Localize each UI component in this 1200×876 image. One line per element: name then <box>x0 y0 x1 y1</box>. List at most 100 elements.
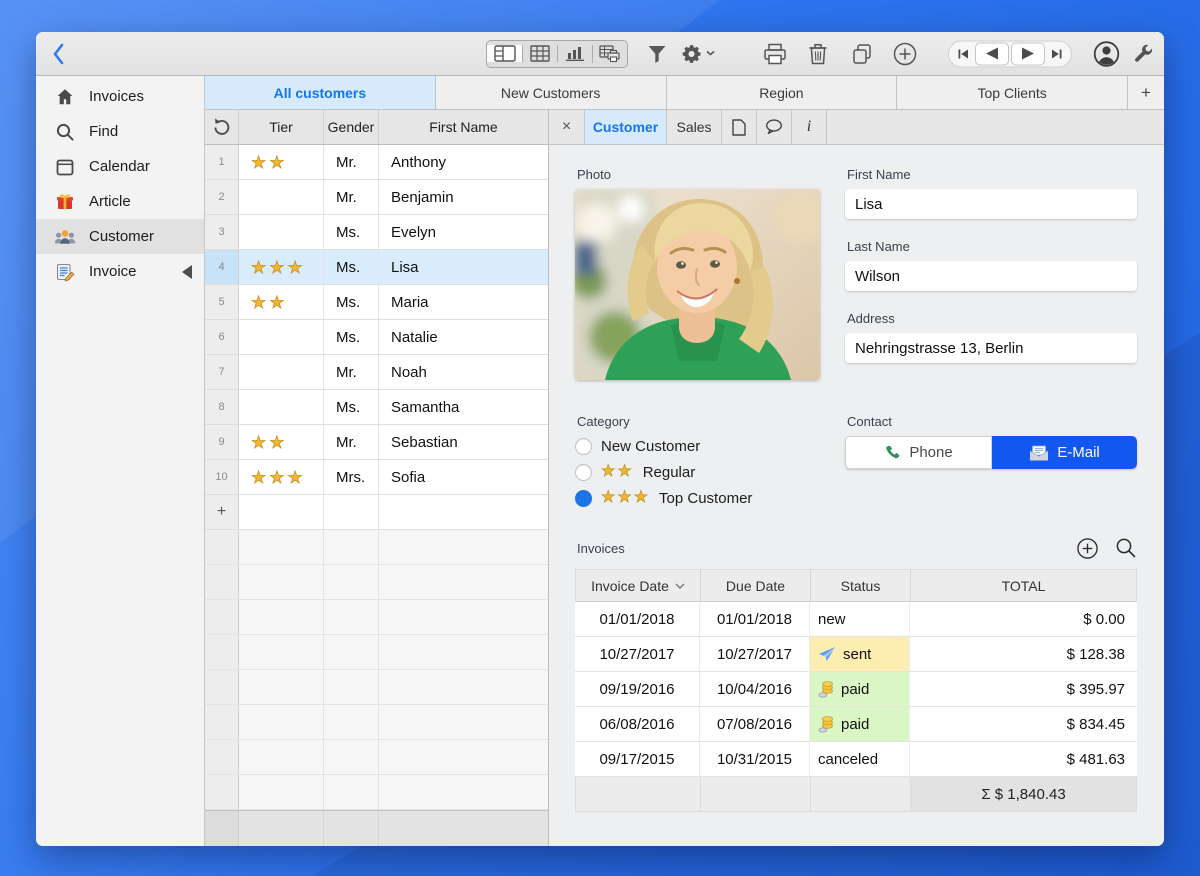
row-number: 9 <box>205 425 239 459</box>
radio-button[interactable] <box>575 437 592 455</box>
search-invoices-button[interactable] <box>1115 537 1137 559</box>
tab-document[interactable] <box>722 110 757 144</box>
status-label: paid <box>841 680 870 698</box>
sidebar-item-invoices[interactable]: Invoices <box>36 79 204 114</box>
column-header-status[interactable]: Status <box>811 570 911 601</box>
last-name-label: Last Name <box>847 239 910 254</box>
filter-button[interactable] <box>646 43 668 65</box>
first-name-input[interactable] <box>845 189 1137 219</box>
column-header-invoice-date[interactable]: Invoice Date <box>576 570 701 601</box>
account-button[interactable] <box>1093 40 1120 67</box>
column-header-gender[interactable]: Gender <box>324 110 379 144</box>
cell-gender: Ms. <box>324 285 379 319</box>
printer-icon <box>764 43 786 64</box>
tab-customer[interactable]: Customer <box>585 110 667 144</box>
tab-info[interactable]: i <box>792 110 827 144</box>
search-icon <box>56 123 74 141</box>
category-option-new-customer[interactable]: New Customer <box>575 433 820 459</box>
column-header-due-date[interactable]: Due Date <box>701 570 811 601</box>
customer-row[interactable]: 9 ★★ Mr. Sebastian <box>205 425 548 460</box>
sidebar-item-label: Invoices <box>89 88 145 105</box>
category-option-regular[interactable]: ★★ Regular <box>575 459 820 485</box>
cell-due-date: 01/01/2018 <box>700 602 810 636</box>
category-stars: ★★ <box>601 463 634 480</box>
radio-button[interactable] <box>575 463 592 481</box>
empty-row <box>205 740 548 775</box>
last-record-button[interactable] <box>1046 42 1068 65</box>
chart-view-button[interactable] <box>557 45 592 62</box>
customer-row[interactable]: 7 Mr. Noah <box>205 355 548 390</box>
cell-total: $ 128.38 <box>1066 645 1125 663</box>
customer-row[interactable]: 4 ★★★ Ms. Lisa <box>205 250 548 285</box>
sidebar-item-calendar[interactable]: Calendar <box>36 149 204 184</box>
email-button[interactable]: E-Mail <box>992 436 1137 469</box>
customer-row[interactable]: 8 Ms. Samantha <box>205 390 548 425</box>
address-input[interactable] <box>845 333 1137 363</box>
customer-row[interactable]: 6 Ms. Natalie <box>205 320 548 355</box>
sidebar-item-article[interactable]: Article <box>36 184 204 219</box>
sidebar-item-find[interactable]: Find <box>36 114 204 149</box>
tab-sales[interactable]: Sales <box>667 110 722 144</box>
invoice-row[interactable]: 09/19/2016 10/04/2016 paid $ 395.97 <box>575 672 1137 707</box>
first-record-button[interactable] <box>952 42 974 65</box>
back-button[interactable] <box>50 42 66 66</box>
invoice-row[interactable]: 06/08/2016 07/08/2016 paid $ 834.45 <box>575 707 1137 742</box>
sidebar-item-invoice[interactable]: Invoice <box>36 254 204 289</box>
view-tab-top-clients[interactable]: Top Clients <box>897 76 1128 109</box>
content-row: Tier Gender First Name 1 ★★ Mr. Anthony 2 Mr.… <box>205 110 1164 846</box>
radio-button[interactable] <box>575 489 592 507</box>
invoice-row[interactable]: 01/01/2018 01/01/2018 new $ 0.00 <box>575 602 1137 637</box>
category-option-top-customer[interactable]: ★★★ Top Customer <box>575 485 820 511</box>
tab-comments[interactable] <box>757 110 792 144</box>
invoice-row[interactable]: 09/17/2015 10/31/2015 canceled $ 481.63 <box>575 742 1137 777</box>
contact-buttons: Phone E-Mail <box>845 436 1137 469</box>
previous-record-button[interactable] <box>975 42 1009 65</box>
column-header-total[interactable]: TOTAL <box>911 570 1136 601</box>
add-invoice-button[interactable] <box>1076 537 1099 560</box>
cell-tier <box>239 355 324 389</box>
customer-row[interactable]: 10 ★★★ Mrs. Sofia <box>205 460 548 495</box>
table-view-button[interactable] <box>522 45 557 62</box>
customer-row[interactable]: 5 ★★ Ms. Maria <box>205 285 548 320</box>
column-header-tier[interactable]: Tier <box>239 110 324 144</box>
view-tab-new-customers[interactable]: New Customers <box>435 76 667 109</box>
tools-button[interactable] <box>1132 43 1154 65</box>
phone-button[interactable]: Phone <box>845 436 992 469</box>
invoice-icon-wrap <box>54 262 76 282</box>
customer-row[interactable]: 3 Ms. Evelyn <box>205 215 548 250</box>
customer-photo[interactable] <box>575 189 820 380</box>
info-icon: i <box>806 118 812 135</box>
column-header-first-name[interactable]: First Name <box>379 110 548 144</box>
view-tab-all-customers[interactable]: All customers <box>205 76 436 109</box>
print-layout-button[interactable] <box>592 44 627 63</box>
phone-icon <box>886 445 900 459</box>
copy-icon <box>853 43 871 64</box>
form-view-button[interactable] <box>487 45 522 62</box>
form-view-icon <box>493 45 516 62</box>
empty-row <box>205 565 548 600</box>
collapse-arrow-icon[interactable] <box>182 264 192 279</box>
row-number: 10 <box>205 460 239 494</box>
add-view-tab-button[interactable]: + <box>1128 76 1164 109</box>
customer-row[interactable]: 2 Mr. Benjamin <box>205 180 548 215</box>
print-button[interactable] <box>763 43 787 65</box>
last-name-input[interactable] <box>845 261 1137 291</box>
settings-button[interactable] <box>680 42 715 65</box>
row-number: 4 <box>205 250 239 284</box>
add-customer-row[interactable]: + <box>205 495 548 530</box>
invoice-row[interactable]: 10/27/2017 10/27/2017 sent $ 128.38 <box>575 637 1137 672</box>
sidebar-item-customer[interactable]: Customer <box>36 219 204 254</box>
cell-total: $ 834.45 <box>1066 715 1125 733</box>
cell-first-name: Natalie <box>391 328 438 346</box>
view-tab-region[interactable]: Region <box>666 76 898 109</box>
duplicate-button[interactable] <box>851 43 873 65</box>
cell-gender: Mr. <box>324 145 379 179</box>
empty-row <box>205 635 548 670</box>
add-record-button[interactable] <box>893 42 917 66</box>
refresh-button[interactable] <box>205 110 239 144</box>
delete-button[interactable] <box>808 42 828 65</box>
next-record-button[interactable] <box>1011 42 1045 65</box>
close-detail-button[interactable]: × <box>549 110 585 144</box>
customer-row[interactable]: 1 ★★ Mr. Anthony <box>205 145 548 180</box>
document-icon <box>732 118 746 136</box>
